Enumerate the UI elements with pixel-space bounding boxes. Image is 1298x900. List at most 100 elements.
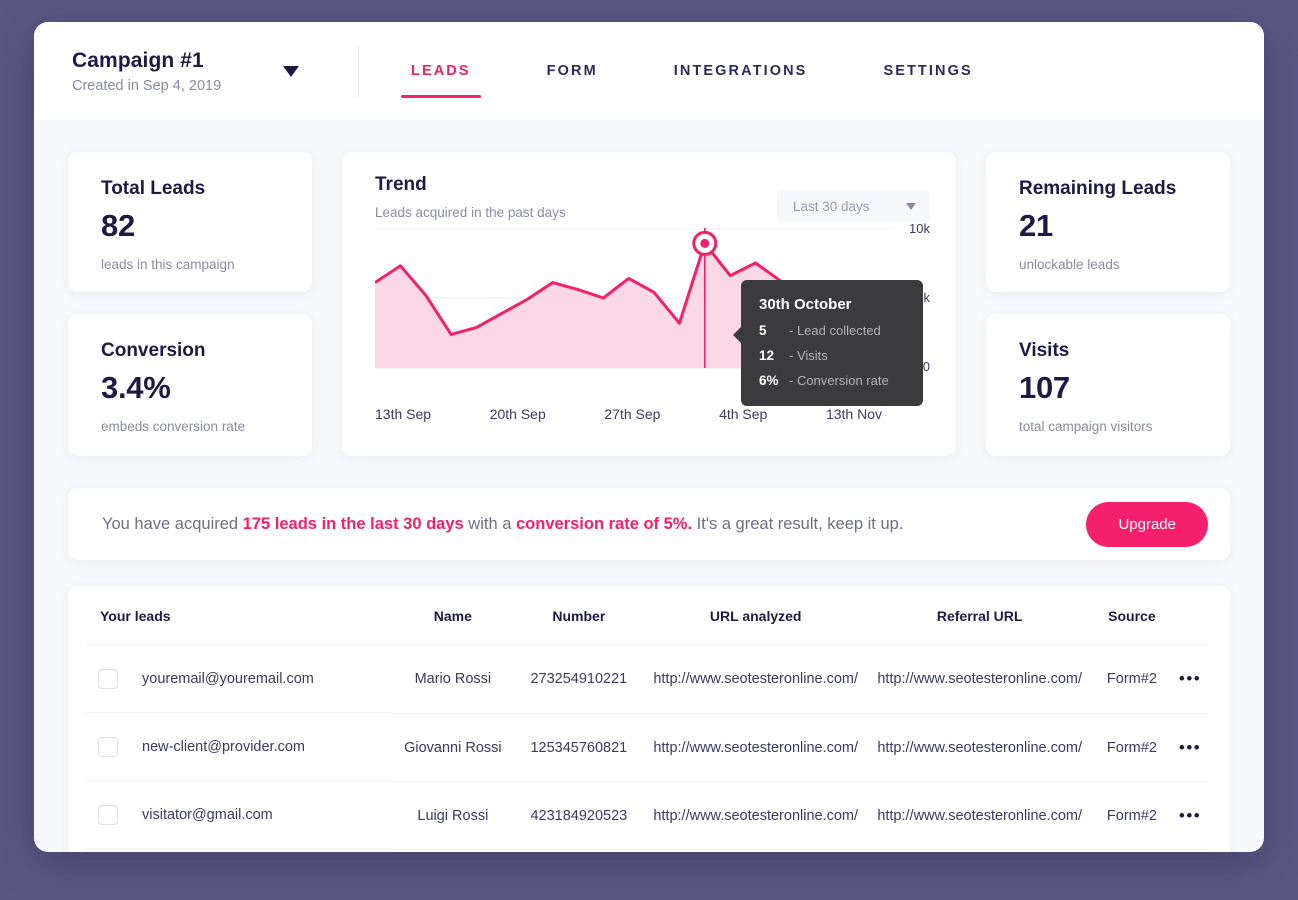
stat-title: Total Leads: [101, 178, 206, 199]
lead-email: youremail@youremail.com: [142, 671, 314, 687]
device-frame: Campaign #1 Created in Sep 4, 2019 LEADS…: [0, 0, 1298, 900]
cell-source: Form#2: [1091, 713, 1173, 782]
tab-settings[interactable]: SETTINGS: [873, 22, 982, 120]
column-header-referral[interactable]: Referral URL: [867, 586, 1092, 645]
column-header-number[interactable]: Number: [513, 586, 644, 645]
tab-integrations[interactable]: INTEGRATIONS: [664, 22, 818, 120]
right-stats-column: Remaining Leads 21 unlockable leads Visi…: [986, 152, 1230, 456]
x-tick-label: 4th Sep: [719, 406, 768, 422]
cell-url: http://www.seotesteronline.com/: [643, 849, 868, 852]
upgrade-banner: You have acquired 175 leads in the last …: [68, 488, 1230, 560]
leads-table: Your leads Name Number URL analyzed Refe…: [86, 586, 1208, 852]
chart-tooltip: 30th October 5 - Lead collected 12 - Vis…: [733, 280, 923, 406]
column-header-source[interactable]: Source: [1091, 586, 1173, 645]
app-window: Campaign #1 Created in Sep 4, 2019 LEADS…: [34, 22, 1264, 852]
tab-leads[interactable]: LEADS: [401, 22, 481, 120]
cell-your-leads: visitator@gmail.com: [86, 781, 392, 849]
chevron-down-icon[interactable]: [283, 65, 300, 77]
cell-number: 273384920221: [513, 849, 644, 852]
banner-middle: with a: [463, 514, 516, 533]
campaign-created-date: Created in Sep 4, 2019: [72, 77, 222, 94]
trend-title: Trend: [375, 174, 427, 195]
main-tabs: LEADS FORM INTEGRATIONS SETTINGS: [401, 22, 983, 120]
y-tick-0: 0: [922, 359, 930, 374]
tooltip-value: 6%: [759, 373, 779, 388]
top-bar: Campaign #1 Created in Sep 4, 2019 LEADS…: [34, 22, 1264, 120]
banner-suffix: It's a great result, keep it up.: [692, 514, 904, 533]
stats-and-trend-row: Total Leads 82 leads in this campaign Co…: [68, 152, 1230, 456]
stat-card-remaining-leads: Remaining Leads 21 unlockable leads: [986, 152, 1230, 292]
tooltip-row: 6% - Conversion rate: [759, 373, 905, 388]
cell-your-leads: new-client@provider.com: [86, 713, 392, 781]
column-header-your-leads[interactable]: Your leads: [86, 586, 392, 645]
cell-source: Form#2: [1091, 781, 1173, 850]
stat-card-conversion: Conversion 3.4% embeds conversion rate: [68, 314, 312, 456]
more-options-icon[interactable]: •••: [1179, 669, 1201, 688]
cell-referral: http://www.seotesteronline.com/: [867, 781, 1092, 850]
x-tick-label: 20th Sep: [489, 406, 546, 422]
content-area: Total Leads 82 leads in this campaign Co…: [34, 152, 1264, 852]
table-row[interactable]: prospect@live.comMario Rossi273384920221…: [86, 849, 1208, 852]
table-row[interactable]: new-client@provider.com Giovanni Rossi 125…: [86, 713, 1208, 782]
chevron-down-icon: [906, 202, 916, 210]
cell-name: Mario Rossi: [391, 644, 514, 714]
x-tick-label: 13th Sep: [375, 406, 432, 422]
cell-actions: •••: [1172, 713, 1208, 782]
stat-caption: embeds conversion rate: [101, 419, 246, 434]
tooltip-label: - Conversion rate: [789, 373, 889, 388]
chart-x-axis: 13th Sep 20th Sep 27th Sep 4th Sep 13th …: [375, 406, 882, 422]
cell-url: http://www.seotesteronline.com/: [643, 713, 868, 782]
column-header-actions: [1172, 586, 1208, 645]
cell-url: http://www.seotesteronline.com/: [643, 644, 868, 714]
table-row[interactable]: youremail@youremail.com Mario Rossi 273254…: [86, 644, 1208, 714]
upgrade-button[interactable]: Upgrade: [1086, 501, 1208, 547]
banner-prefix: You have acquired: [102, 514, 243, 533]
vertical-divider: [358, 45, 359, 97]
table-body: youremail@youremail.com Mario Rossi 273254…: [86, 644, 1208, 852]
page-title: Campaign #1: [72, 49, 204, 73]
left-stats-column: Total Leads 82 leads in this campaign Co…: [68, 152, 312, 456]
cell-your-leads: youremail@youremail.com: [86, 645, 392, 713]
stat-title: Conversion: [101, 340, 206, 361]
row-checkbox[interactable]: [98, 669, 118, 689]
row-checkbox[interactable]: [98, 737, 118, 757]
table-head: Your leads Name Number URL analyzed Refe…: [86, 586, 1208, 645]
tooltip-value: 12: [759, 348, 775, 363]
campaign-texts: Campaign #1 Created in Sep 4, 2019: [72, 48, 221, 93]
cell-actions: •••: [1172, 781, 1208, 850]
trend-header: Trend Leads acquired in the past days La…: [375, 174, 930, 222]
date-range-value: Last 30 days: [793, 198, 870, 214]
stat-card-total-leads: Total Leads 82 leads in this campaign: [68, 152, 312, 292]
more-options-icon[interactable]: •••: [1179, 738, 1201, 757]
cell-source: Form#2: [1091, 849, 1173, 852]
chart-canvas: 10k 5k 0 13th Sep 20th Sep 27th Sep 4th …: [375, 221, 930, 422]
date-range-select[interactable]: Last 30 days: [777, 190, 930, 222]
leads-table-card: Your leads Name Number URL analyzed Refe…: [68, 586, 1230, 852]
stat-caption: unlockable leads: [1019, 257, 1120, 272]
cell-actions: •••: [1172, 849, 1208, 852]
tooltip-label: - Lead collected: [789, 323, 881, 338]
tooltip-value: 5: [759, 323, 767, 338]
tooltip-row: 12 - Visits: [759, 348, 905, 363]
banner-message: You have acquired 175 leads in the last …: [102, 515, 903, 534]
column-header-name[interactable]: Name: [391, 586, 514, 645]
cell-referral: http://www.seotesteronline.com/: [867, 849, 1092, 852]
column-header-url[interactable]: URL analyzed: [643, 586, 868, 645]
more-options-icon[interactable]: •••: [1179, 806, 1201, 825]
stat-value: 21: [1019, 208, 1053, 243]
lead-email: visitator@gmail.com: [142, 807, 273, 823]
stat-title: Visits: [1019, 340, 1070, 361]
banner-highlight-conversion: conversion rate of 5%.: [516, 514, 693, 533]
table-header-row: Your leads Name Number URL analyzed Refe…: [86, 586, 1208, 645]
cell-number: 125345760821: [513, 713, 644, 782]
stat-caption: leads in this campaign: [101, 257, 235, 272]
trend-subtitle: Leads acquired in the past days: [375, 205, 566, 220]
table-row[interactable]: visitator@gmail.com Luigi Rossi 4231849205…: [86, 781, 1208, 850]
campaign-selector[interactable]: Campaign #1 Created in Sep 4, 2019: [72, 48, 334, 94]
stat-value: 107: [1019, 370, 1070, 405]
row-checkbox[interactable]: [98, 805, 118, 825]
tab-form[interactable]: FORM: [537, 22, 608, 120]
cell-number: 423184920523: [513, 781, 644, 850]
trend-heading-texts: Trend Leads acquired in the past days: [375, 174, 566, 220]
cell-name: Mario Rossi: [391, 849, 514, 852]
